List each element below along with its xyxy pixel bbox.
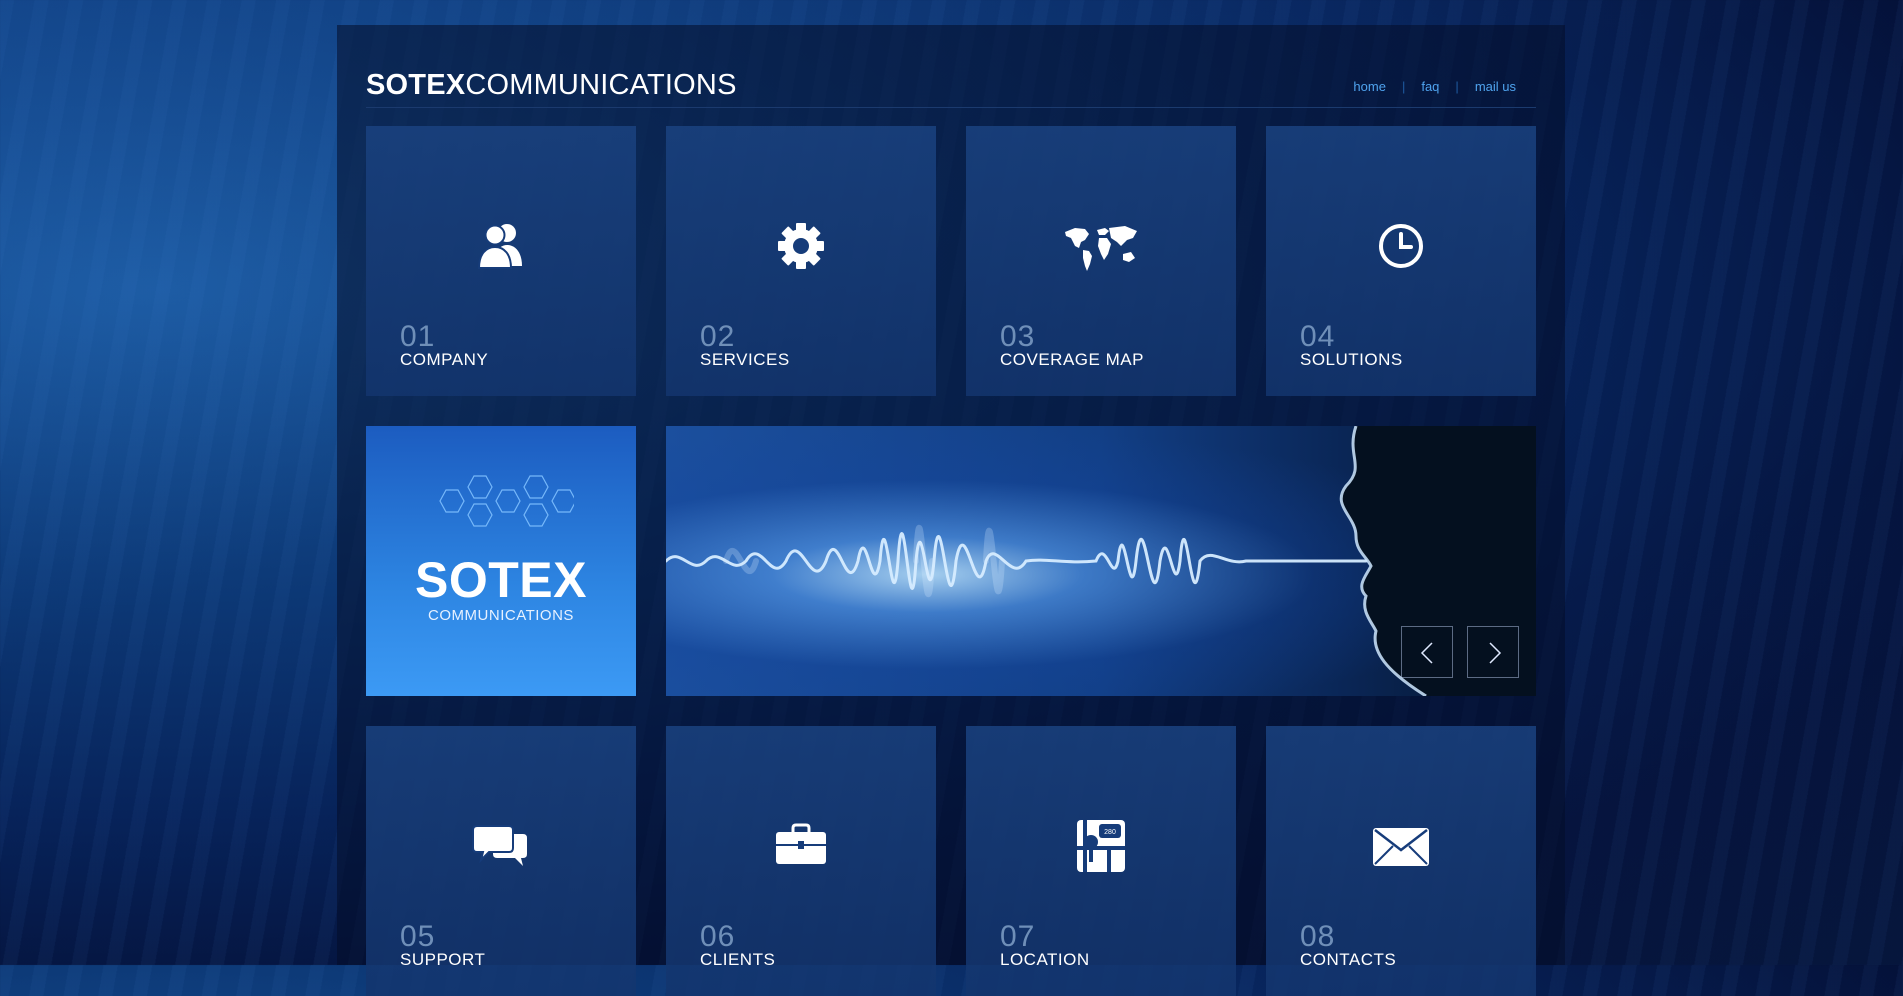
tile-label: CONTACTS — [1300, 950, 1397, 969]
slider-prev-button[interactable] — [1401, 626, 1453, 678]
chat-bubbles-icon — [472, 825, 527, 866]
site-logo[interactable]: SOTEXCOMMUNICATIONS — [366, 69, 737, 102]
tile-contacts[interactable]: 08 CONTACTS — [1266, 726, 1536, 996]
tile-solutions[interactable]: 04 SOLUTIONS — [1266, 126, 1536, 396]
tile-number: 01 — [400, 320, 436, 353]
tile-number: 07 — [1000, 920, 1036, 953]
clock-icon — [1379, 224, 1423, 268]
brand-title: SOTEX — [415, 552, 587, 608]
tile-number: 08 — [1300, 920, 1336, 953]
tile-number: 04 — [1300, 320, 1336, 353]
tile-label: COMPANY — [400, 350, 489, 369]
tile-number: 05 — [400, 920, 436, 953]
briefcase-icon — [776, 823, 826, 864]
nav-separator: | — [1401, 79, 1406, 94]
tile-number: 06 — [700, 920, 736, 953]
hexagon-pattern — [439, 475, 574, 527]
tile-location[interactable]: 280 07 LOCATION — [966, 726, 1236, 996]
nav-separator: | — [1455, 79, 1459, 94]
tile-clients[interactable]: 06 CLIENTS — [666, 726, 936, 996]
logo-light-text: COMMUNICATIONS — [465, 69, 737, 101]
users-icon — [477, 224, 522, 269]
slider-next-button[interactable] — [1467, 626, 1519, 678]
tile-label: SERVICES — [700, 350, 790, 369]
tile-number: 02 — [700, 320, 736, 353]
tile-label: SOLUTIONS — [1300, 350, 1403, 369]
tile-label: SUPPORT — [400, 950, 486, 969]
chevron-left-icon — [1420, 642, 1433, 664]
tile-number: 03 — [1000, 320, 1036, 353]
tile-label: COVERAGE MAP — [1000, 350, 1144, 369]
tile-support[interactable]: 05 SUPPORT — [366, 726, 636, 996]
top-nav: home | faq | mail us — [1353, 79, 1516, 94]
chevron-right-icon — [1489, 642, 1502, 664]
world-map-icon — [1065, 226, 1137, 271]
svg-text:280: 280 — [1104, 829, 1116, 836]
hero-slider[interactable] — [666, 426, 1536, 696]
nav-faq-link[interactable]: faq — [1421, 79, 1439, 94]
logo-bold-text: SOTEX — [366, 69, 466, 101]
site-header: SOTEXCOMMUNICATIONS home | faq | mail us — [366, 47, 1536, 108]
brand-subtitle: COMMUNICATIONS — [428, 607, 574, 624]
tile-label: CLIENTS — [700, 950, 776, 969]
brand-tile: SOTEX COMMUNICATIONS — [366, 426, 636, 696]
page-container: SOTEXCOMMUNICATIONS home | faq | mail us 01 … — [337, 25, 1565, 996]
map-pin-icon: 280 — [1077, 820, 1125, 872]
nav-home-link[interactable]: home — [1353, 79, 1386, 94]
tile-coverage-map[interactable]: 03 COVERAGE MAP — [966, 126, 1236, 396]
tile-services[interactable]: 02 SERVICES — [666, 126, 936, 396]
nav-mail-link[interactable]: mail us — [1475, 79, 1516, 94]
envelope-icon — [1373, 828, 1429, 866]
tile-company[interactable]: 01 COMPANY — [366, 126, 636, 396]
tile-label: LOCATION — [1000, 950, 1090, 969]
gear-icon — [778, 223, 824, 269]
